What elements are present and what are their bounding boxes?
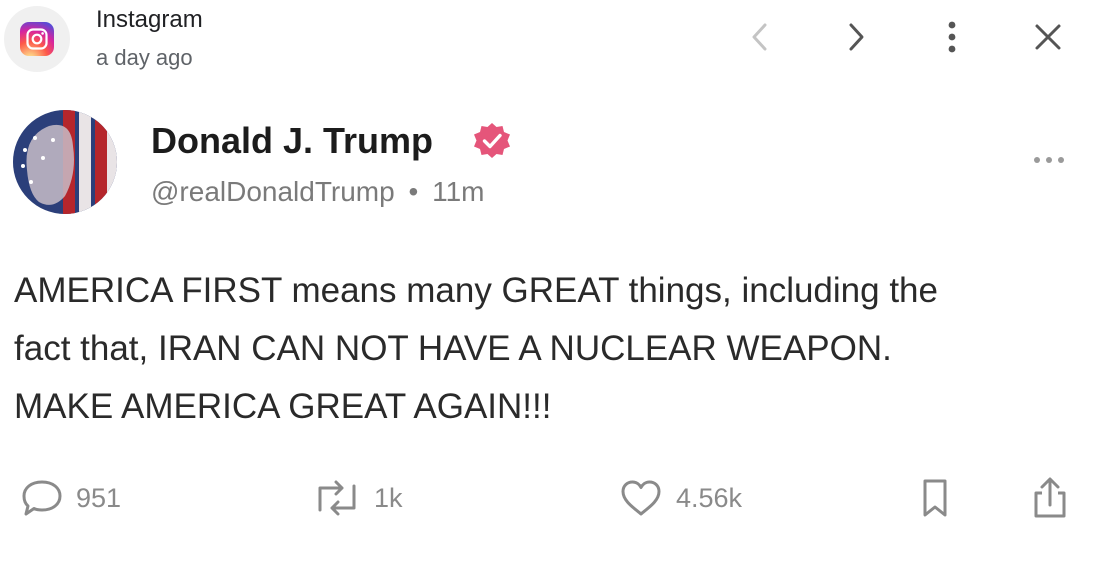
chevron-right-icon[interactable] xyxy=(836,17,876,57)
bookmark-button[interactable] xyxy=(918,476,952,520)
author-handle[interactable]: @realDonaldTrump xyxy=(151,176,395,207)
avatar[interactable] xyxy=(13,110,117,214)
author-meta: @realDonaldTrump • 11m xyxy=(151,176,484,208)
verified-badge-icon xyxy=(472,121,512,166)
share-button[interactable] xyxy=(1028,476,1072,520)
more-vertical-icon[interactable] xyxy=(932,17,972,57)
app-name: Instagram xyxy=(96,6,203,33)
reply-count: 951 xyxy=(76,482,122,513)
repost-icon xyxy=(312,478,362,518)
instagram-icon xyxy=(20,22,54,56)
like-button[interactable]: 4.56k xyxy=(618,476,742,520)
close-icon[interactable] xyxy=(1028,17,1068,57)
reply-button[interactable]: 951 xyxy=(20,476,121,520)
post-more-icon[interactable] xyxy=(1026,148,1072,172)
repost-count: 1k xyxy=(374,482,403,513)
notification-header: Instagram a day ago xyxy=(0,0,1120,80)
repost-button[interactable]: 1k xyxy=(312,476,403,520)
chevron-left-icon[interactable] xyxy=(740,17,780,57)
notification-time: a day ago xyxy=(96,45,193,70)
post-age: 11m xyxy=(432,176,485,207)
app-icon-container xyxy=(4,6,70,72)
comment-icon xyxy=(20,477,64,519)
bookmark-icon xyxy=(918,476,952,520)
heart-icon xyxy=(618,477,664,519)
author-name[interactable]: Donald J. Trump xyxy=(151,120,433,162)
meta-separator: • xyxy=(408,176,419,207)
like-count: 4.56k xyxy=(676,482,743,513)
post-text: AMERICA FIRST means many GREAT things, i… xyxy=(14,271,938,426)
share-icon xyxy=(1028,475,1072,521)
